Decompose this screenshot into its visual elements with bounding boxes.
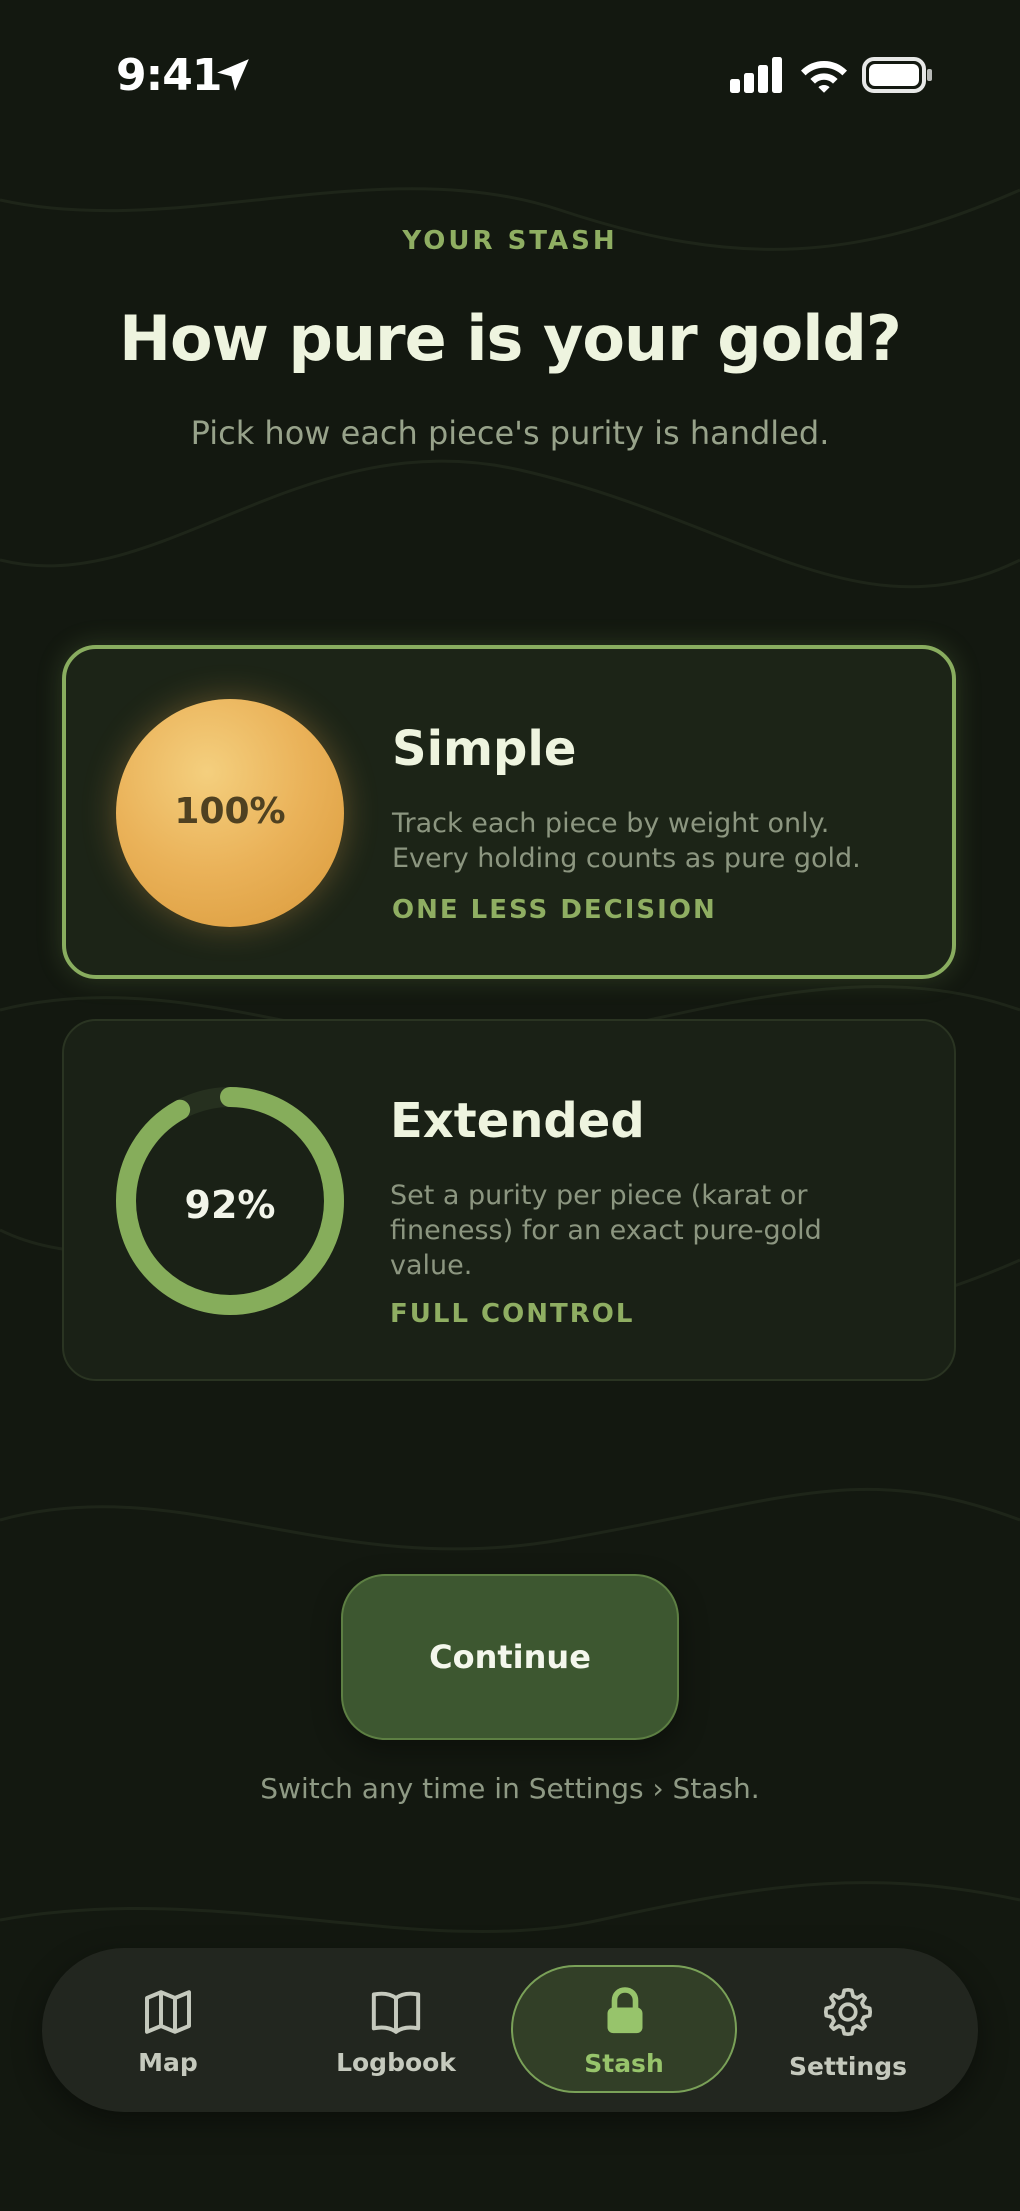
option-tag: FULL CONTROL — [390, 1299, 635, 1329]
option-title: Extended — [390, 1093, 645, 1149]
map-icon — [145, 1990, 191, 2034]
tab-stash[interactable]: Stash — [511, 1965, 737, 2093]
option-description: Track each piece by weight only. Every h… — [392, 808, 861, 874]
location-arrow-icon — [217, 59, 249, 91]
page-title: How pure is your gold? — [119, 302, 902, 375]
coin-badge-label: 100% — [174, 791, 286, 832]
tab-bar: Map Logbook Stash Settings — [42, 1948, 978, 2112]
page-subtitle: Pick how each piece's purity is handled. — [190, 414, 830, 452]
tab-label: Stash — [584, 2049, 664, 2078]
tab-settings[interactable]: Settings — [748, 1948, 948, 2112]
ring-badge-label: 92% — [184, 1183, 276, 1227]
option-description: Set a purity per piece (karat or finenes… — [390, 1180, 822, 1281]
option-card-extended[interactable]: 92% Extended Set a purity per piece (kar… — [62, 1019, 956, 1381]
gear-icon — [823, 1987, 873, 2037]
wifi-icon — [801, 61, 847, 93]
option-title: Simple — [392, 721, 577, 777]
tab-label: Settings — [788, 2052, 907, 2081]
tab-label: Logbook — [336, 2048, 456, 2077]
battery-icon — [862, 57, 932, 93]
gold-coin-badge: 100% — [116, 699, 344, 927]
status-time: 9:41 — [116, 50, 222, 101]
tab-logbook[interactable]: Logbook — [296, 1948, 496, 2112]
lock-icon — [607, 1987, 643, 2034]
option-tag: ONE LESS DECISION — [392, 895, 717, 925]
option-card-simple[interactable]: 100% Simple Track each piece by weight o… — [62, 645, 956, 979]
settings-hint: Switch any time in Settings › Stash. — [260, 1772, 760, 1805]
tab-label: Map — [138, 2048, 198, 2077]
book-icon — [371, 1991, 421, 2034]
section-eyebrow: YOUR STASH — [402, 226, 618, 256]
continue-button[interactable]: Continue — [341, 1574, 679, 1740]
tab-map[interactable]: Map — [68, 1948, 268, 2112]
cellular-signal-icon — [730, 57, 782, 93]
